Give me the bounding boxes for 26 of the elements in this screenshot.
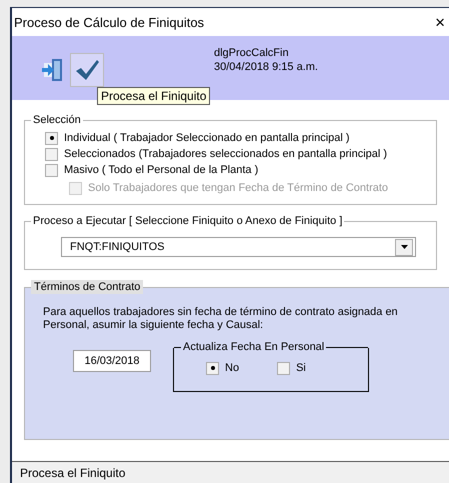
window-title: Proceso de Cálculo de Finiquitos xyxy=(14,14,204,30)
group-title: Actualiza Fecha En Personal xyxy=(181,341,326,353)
radio-button[interactable] xyxy=(45,132,58,144)
caret-icon xyxy=(400,245,408,249)
tooltip: Procesa el Finiquito xyxy=(97,87,210,105)
date-field[interactable]: 16/03/2018 xyxy=(73,350,151,372)
group-title: Selección xyxy=(32,114,82,126)
option-label: Si xyxy=(296,362,306,374)
description-text: Para aquellos trabajadores sin fecha de término de contrato asignada en Personal, asumir la siguiente fecha y Causal: xyxy=(43,306,399,332)
group-title: Términos de Contrato xyxy=(31,280,144,294)
option-label: Masivo ( Todo el Personal de la Planta ) xyxy=(64,164,258,176)
checkbox-label: Solo Trabajadores que tengan Fecha de Término de Contrato xyxy=(88,182,388,194)
check-button[interactable] xyxy=(70,53,104,87)
close-button[interactable]: × xyxy=(435,14,445,30)
option-label: Individual ( Trabajador Seleccionado en pantalla principal ) xyxy=(64,132,350,144)
radio-button[interactable] xyxy=(206,362,219,374)
datetime: 30/04/2018 9:15 a.m. xyxy=(214,60,318,74)
radio-button[interactable] xyxy=(277,362,290,374)
option-label: No xyxy=(225,362,240,374)
status-bar: Procesa el Finiquito xyxy=(12,461,449,483)
form-name: dlgProcCalcFin xyxy=(214,46,290,60)
group-title: Proceso a Ejecutar [ Seleccione Finiquito o Anexo de Finiquito ] xyxy=(32,215,344,227)
radio-button[interactable] xyxy=(45,164,58,176)
process-dropdown[interactable]: FNQT:FINIQUITOS xyxy=(61,237,416,257)
option-label: Seleccionados (Trabajadores seleccionados en pantalla principal ) xyxy=(64,148,388,160)
radio-button[interactable] xyxy=(45,148,58,160)
